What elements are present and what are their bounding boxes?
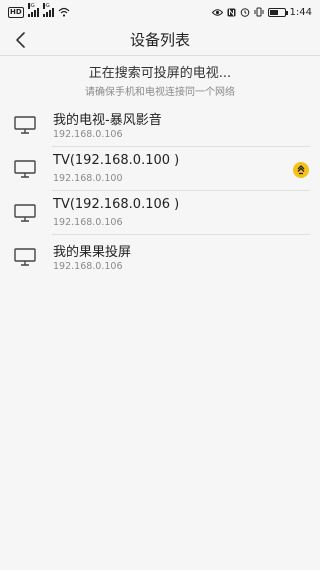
device-item[interactable]: 我的果果投屏 192.168.0.106	[0, 235, 320, 279]
signal-icon: 3G	[27, 3, 39, 17]
monitor-icon	[14, 116, 36, 134]
nav-bar: 设备列表	[0, 24, 320, 56]
device-ip: 192.168.0.100	[53, 173, 123, 184]
chevron-left-icon	[16, 32, 25, 48]
status-bar-right: 1:44	[211, 6, 312, 18]
device-name: 我的电视-暴风影音	[53, 113, 162, 128]
yellow-badge-icon	[297, 165, 305, 175]
search-status-text: 正在搜索可投屏的电视...	[88, 66, 232, 81]
wifi-icon	[58, 7, 70, 17]
back-button[interactable]	[6, 26, 34, 54]
device-item[interactable]: TV(192.168.0.106 ) 192.168.0.106	[0, 191, 320, 235]
page-title: 设备列表	[129, 31, 190, 49]
monitor-icon	[14, 160, 36, 178]
device-item[interactable]: 我的电视-暴风影音 192.168.0.106	[0, 103, 320, 147]
device-ip: 192.168.0.106	[53, 129, 123, 140]
status-bar-left: HD 3G 4G	[8, 3, 70, 18]
device-name: TV(192.168.0.100 )	[53, 153, 180, 168]
eye-icon	[211, 8, 223, 16]
nav-divider	[0, 55, 320, 56]
hd-badge: HD	[8, 6, 24, 18]
floating-badge-button[interactable]	[293, 162, 309, 178]
device-item[interactable]: TV(192.168.0.100 ) 192.168.0.100	[0, 147, 320, 191]
status-bar: HD 3G 4G 1:44	[0, 0, 320, 24]
alarm-icon	[240, 8, 249, 17]
device-ip: 192.168.0.106	[53, 217, 123, 228]
monitor-icon	[14, 204, 36, 222]
vibrate-icon	[254, 7, 264, 17]
battery-icon	[267, 7, 288, 17]
signal-icon-secondary: 4G	[42, 3, 54, 17]
monitor-icon	[14, 248, 36, 266]
device-name: 我的果果投屏	[53, 245, 132, 260]
device-list: 我的电视-暴风影音 192.168.0.106 TV(192.168.0.100…	[0, 103, 320, 279]
search-hint-text: 请确保手机和电视连接同一个网络	[85, 87, 235, 98]
nfc-icon	[227, 8, 236, 16]
device-name: TV(192.168.0.106 )	[53, 197, 180, 212]
device-ip: 192.168.0.106	[53, 261, 123, 272]
clock-time: 1:44	[289, 6, 312, 18]
